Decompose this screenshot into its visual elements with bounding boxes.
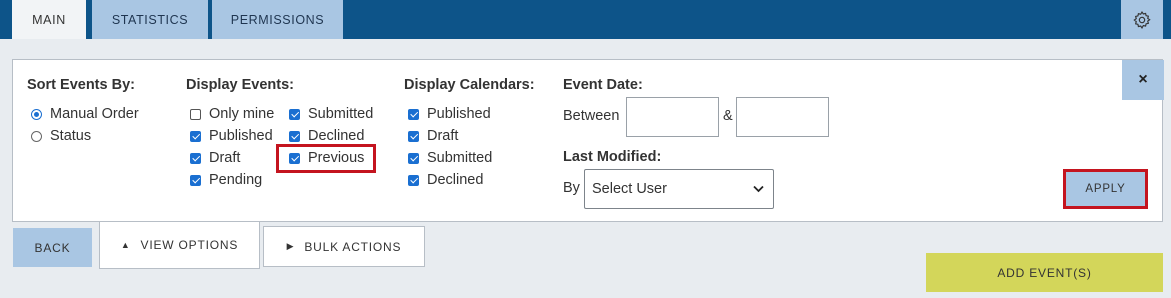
checkbox-label: Published [427, 106, 491, 122]
sort-status-radio[interactable]: Status [31, 126, 91, 146]
calendar-published-checkbox[interactable]: Published [408, 104, 491, 124]
chevron-down-icon [753, 185, 764, 193]
bulk-actions-tab[interactable]: ▶ BULK ACTIONS [263, 226, 425, 267]
checkbox-label: Draft [209, 150, 241, 166]
close-icon: × [1138, 71, 1148, 88]
tab-statistics[interactable]: STATISTICS [92, 0, 208, 39]
last-modified-heading: Last Modified: [563, 149, 662, 165]
add-events-button[interactable]: ADD EVENT(S) [926, 253, 1163, 292]
event-published-checkbox[interactable]: Published [190, 126, 273, 146]
display-calendars-heading: Display Calendars: [404, 77, 535, 93]
bulk-actions-label: BULK ACTIONS [304, 239, 402, 254]
between-label: Between [563, 108, 620, 124]
radio-unselected-icon [31, 130, 42, 142]
checkbox-label: Declined [427, 172, 484, 188]
event-date-heading: Event Date: [563, 77, 643, 93]
event-only-mine-checkbox[interactable]: Only mine [190, 104, 274, 124]
checkbox-checked-icon [289, 108, 300, 120]
view-options-tab[interactable]: ▲ VIEW OPTIONS [99, 222, 260, 269]
previous-highlight-box [276, 144, 376, 173]
checkbox-label: Published [209, 128, 273, 144]
sort-manual-order-radio[interactable]: Manual Order [31, 104, 139, 124]
gear-icon [1133, 10, 1151, 29]
by-label: By [563, 180, 580, 196]
checkbox-label: Submitted [308, 106, 374, 122]
triangle-right-icon: ▶ [286, 241, 295, 251]
view-options-label: VIEW OPTIONS [140, 238, 239, 252]
display-events-heading: Display Events: [186, 77, 294, 93]
tab-permissions[interactable]: PERMISSIONS [212, 0, 343, 39]
checkbox-checked-icon [289, 130, 300, 142]
event-date-from-input[interactable] [626, 97, 719, 137]
triangle-up-icon: ▲ [120, 240, 131, 250]
checkbox-checked-icon [408, 130, 419, 142]
checkbox-checked-icon [408, 152, 419, 164]
settings-button[interactable] [1121, 0, 1163, 39]
view-options-panel: Sort Events By: Manual Order Status Disp… [12, 59, 1164, 222]
user-select-value: Select User [592, 181, 667, 197]
back-button[interactable]: BACK [13, 228, 92, 267]
event-declined-checkbox[interactable]: Declined [289, 126, 364, 146]
checkbox-label: Pending [209, 172, 263, 188]
calendar-declined-checkbox[interactable]: Declined [408, 170, 483, 190]
checkbox-checked-icon [408, 108, 419, 120]
user-select[interactable]: Select User [584, 169, 774, 209]
checkbox-checked-icon [190, 130, 201, 142]
checkbox-checked-icon [190, 174, 201, 186]
checkbox-checked-icon [408, 174, 419, 186]
checkbox-label: Submitted [427, 150, 493, 166]
checkbox-label: Only mine [209, 106, 275, 122]
apply-button[interactable]: APPLY [1063, 169, 1148, 209]
close-button[interactable]: × [1122, 60, 1164, 100]
calendar-submitted-checkbox[interactable]: Submitted [408, 148, 492, 168]
event-date-to-input[interactable] [736, 97, 829, 137]
checkbox-checked-icon [190, 152, 201, 164]
and-label: & [723, 108, 733, 124]
event-pending-checkbox[interactable]: Pending [190, 170, 262, 190]
event-draft-checkbox[interactable]: Draft [190, 148, 240, 168]
tab-main[interactable]: MAIN [12, 0, 86, 39]
radio-selected-icon [31, 108, 42, 120]
calendar-draft-checkbox[interactable]: Draft [408, 126, 458, 146]
checkbox-label: Declined [308, 128, 365, 144]
sort-events-heading: Sort Events By: [27, 77, 135, 93]
radio-label: Manual Order [50, 106, 139, 122]
checkbox-label: Draft [427, 128, 459, 144]
radio-label: Status [50, 128, 92, 144]
checkbox-unchecked-icon [190, 108, 201, 120]
event-submitted-checkbox[interactable]: Submitted [289, 104, 373, 124]
